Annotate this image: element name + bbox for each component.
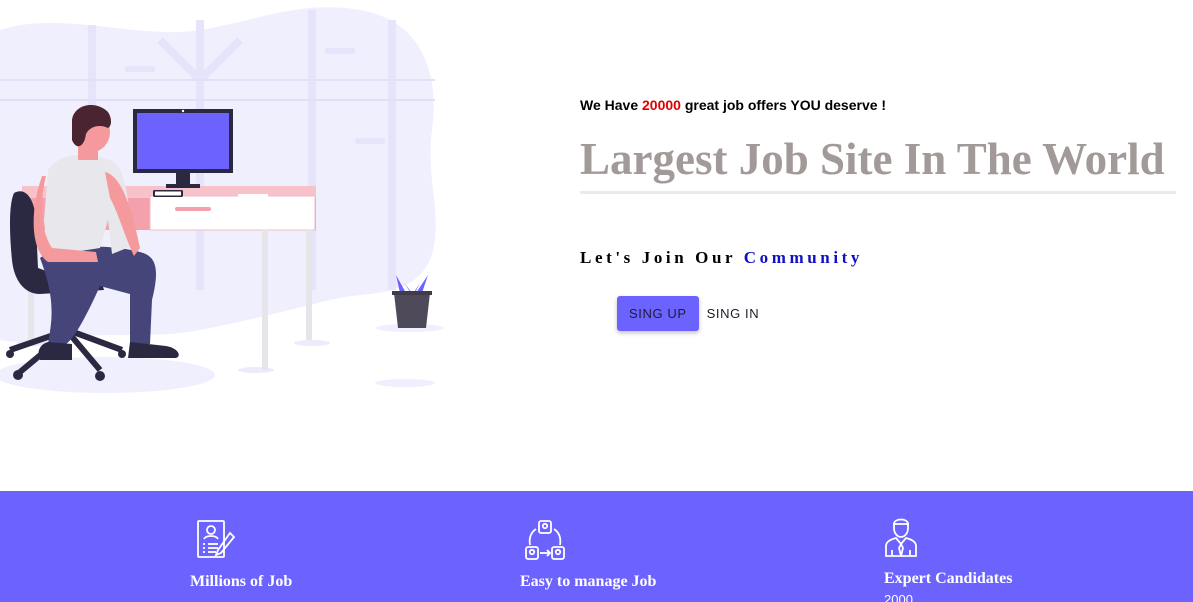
feature-count: 2000	[884, 592, 913, 602]
hero-text: We Have 20000 great job offers YOU deser…	[580, 97, 1180, 268]
features-band: Millions of Job Easy to manage Job Exper…	[0, 491, 1193, 602]
feature-millions-of-job: Millions of Job	[190, 519, 292, 591]
feature-easy-to-manage-job: Easy to manage Job	[520, 519, 656, 591]
join-highlight: Community	[743, 247, 864, 267]
tagline-suffix: great job offers YOU deserve !	[680, 97, 887, 113]
headline-divider	[580, 190, 1176, 194]
hero-illustration	[0, 7, 444, 393]
join-text: Let's Join Our Community	[580, 248, 1180, 268]
tagline-prefix: We Have	[580, 97, 642, 113]
page-title: Largest Job Site In The World	[580, 134, 1165, 184]
feature-title: Expert Candidates	[884, 570, 1013, 587]
feature-title: Millions of Job	[190, 573, 293, 590]
tagline: We Have 20000 great job offers YOU deser…	[580, 97, 1180, 113]
signin-button[interactable]: SING IN	[707, 296, 760, 331]
resume-icon	[197, 520, 236, 558]
feature-expert-candidates: Expert Candidates 2000	[884, 516, 1012, 602]
plant-icon	[392, 275, 432, 328]
workflow-icon	[525, 520, 565, 560]
signup-button[interactable]: SING UP	[617, 296, 699, 331]
candidate-icon	[885, 518, 917, 557]
job-count: 20000	[642, 97, 681, 113]
auth-actions: SING UP SING IN	[617, 296, 759, 331]
feature-title: Easy to manage Job	[520, 573, 657, 590]
join-prefix: Let's Join Our	[580, 247, 744, 267]
